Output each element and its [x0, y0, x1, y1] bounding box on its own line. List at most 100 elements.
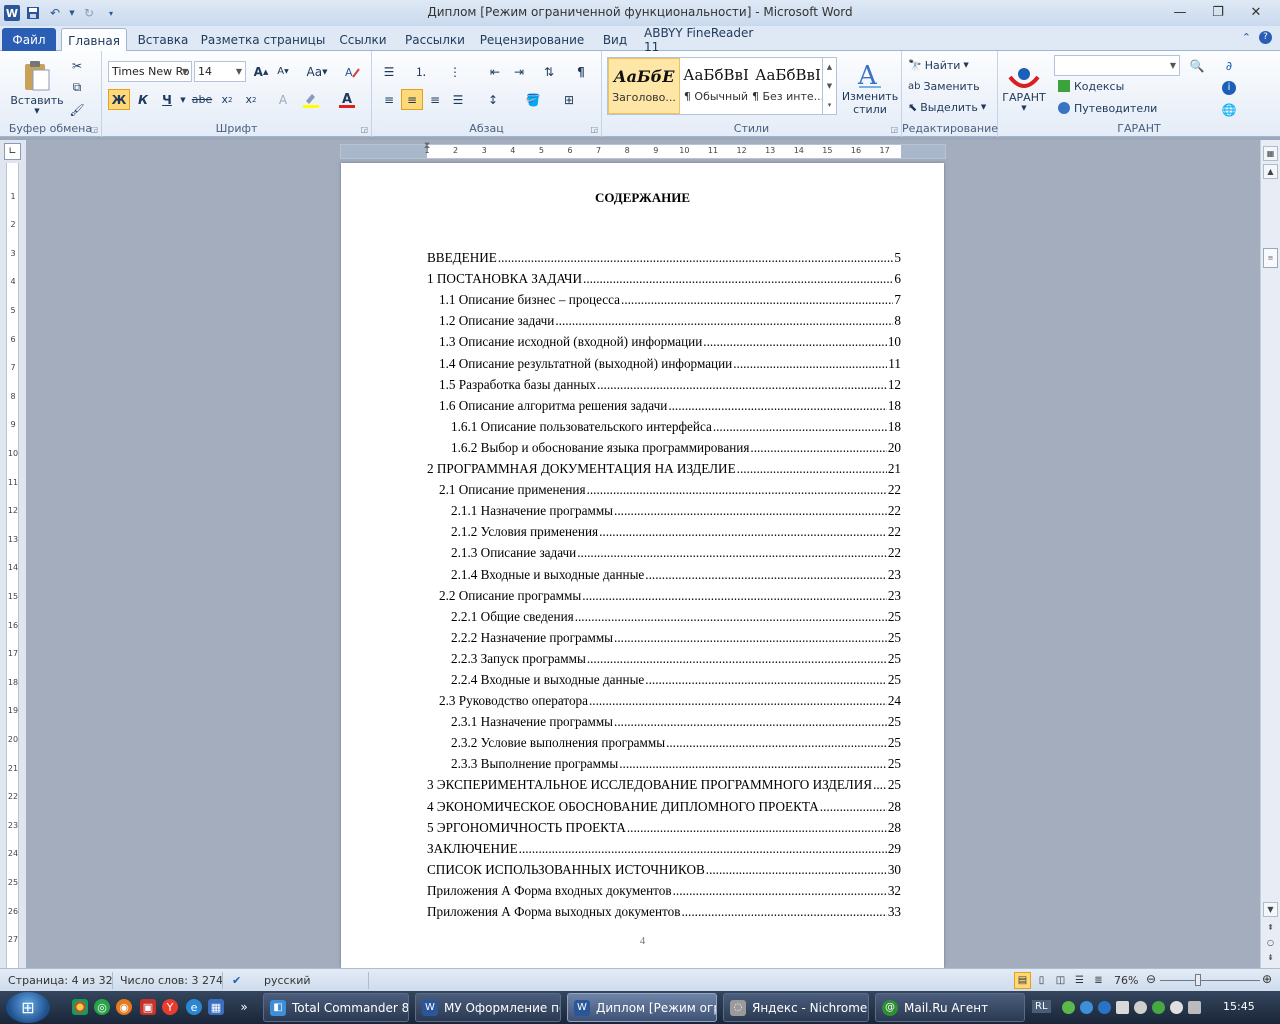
start-button[interactable]: ⊞: [6, 992, 50, 1023]
ie-icon[interactable]: e: [186, 999, 202, 1015]
dialog-launcher-icon[interactable]: ◲: [890, 125, 898, 134]
document-page[interactable]: СОДЕРЖАНИЕ ВВЕДЕНИЕ 5 1 ПОСТАНОВКА ЗАДАЧИ 6…: [341, 163, 944, 968]
tray-monitor-icon[interactable]: [1188, 1001, 1201, 1014]
zoom-slider-track[interactable]: [1160, 980, 1260, 981]
tab-mailings[interactable]: Рассылки: [400, 28, 470, 51]
zoom-out-icon[interactable]: ⊖: [1146, 972, 1156, 986]
customize-qat-icon[interactable]: ▾: [102, 4, 120, 22]
tab-references[interactable]: Ссылки: [334, 28, 392, 51]
word-count[interactable]: Число слов: 3 274: [120, 974, 223, 987]
toc-entry[interactable]: 2.3.3 Выполнение программы 25: [427, 751, 901, 772]
change-case-button[interactable]: Аа ▼: [302, 61, 332, 82]
tray-mail-icon[interactable]: [1116, 1001, 1129, 1014]
proofing-icon[interactable]: ✔: [232, 974, 241, 987]
globe-icon[interactable]: 🌐: [1218, 99, 1240, 120]
dialog-launcher-icon[interactable]: ◲: [590, 125, 598, 134]
explorer-icon[interactable]: ▦: [208, 999, 224, 1015]
link-icon[interactable]: ∂: [1218, 55, 1240, 76]
subscript-button[interactable]: x2: [216, 89, 238, 110]
toc-entry[interactable]: 2.1.1 Назначение программы 22: [427, 498, 901, 519]
toc-entry[interactable]: 2.1 Описание применения 22: [427, 477, 901, 498]
toc-entry[interactable]: 1 ПОСТАНОВКА ЗАДАЧИ 6: [427, 266, 901, 287]
toc-entry[interactable]: 1.6 Описание алгоритма решения задачи 18: [427, 393, 901, 414]
align-left-icon[interactable]: ≡: [378, 89, 400, 110]
toc-entry[interactable]: 2.2.1 Общие сведения 25: [427, 604, 901, 625]
language-bar[interactable]: RL: [1032, 1000, 1051, 1013]
tab-insert[interactable]: Вставка: [133, 28, 193, 51]
bullets-icon[interactable]: ☰: [378, 61, 400, 82]
zoom-in-icon[interactable]: ⊕: [1262, 972, 1272, 986]
toc-entry[interactable]: 1.2 Описание задачи 8: [427, 308, 901, 329]
zoom-slider-thumb[interactable]: [1195, 974, 1201, 986]
toc-entry[interactable]: Приложения А Форма входных документов 32: [427, 878, 901, 899]
chevron-up-icon[interactable]: ▲: [827, 63, 832, 71]
next-page-icon[interactable]: ⇟: [1263, 950, 1278, 965]
collapse-ribbon-icon[interactable]: ⌃: [1242, 31, 1251, 44]
toc-entry[interactable]: ВВЕДЕНИЕ 5: [427, 245, 901, 266]
paste-dropdown-icon[interactable]: ▼: [34, 107, 39, 115]
toc-entry[interactable]: СПИСОК ИСПОЛЬЗОВАННЫХ ИСТОЧНИКОВ 30: [427, 857, 901, 878]
toc-entry[interactable]: 2 ПРОГРАММНАЯ ДОКУМЕНТАЦИЯ НА ИЗДЕЛИЕ 21: [427, 456, 901, 477]
select-button[interactable]: ⬉ Выделить ▼: [908, 97, 986, 117]
toc-entry[interactable]: 2.2.3 Запуск программы 25: [427, 646, 901, 667]
tab-abbyy[interactable]: ABBYY FineReader 11: [644, 26, 768, 54]
previous-page-icon[interactable]: ⇞: [1263, 920, 1278, 935]
toc-entry[interactable]: 5 ЭРГОНОМИЧНОСТЬ ПРОЕКТА 28: [427, 815, 901, 836]
line-spacing-icon[interactable]: ↕: [482, 89, 504, 110]
increase-indent-icon[interactable]: ⇥: [508, 61, 530, 82]
toc-entry[interactable]: 1.6.2 Выбор и обоснование языка программ…: [427, 435, 901, 456]
close-button[interactable]: ✕: [1238, 2, 1274, 22]
toc-entry[interactable]: 1.4 Описание результатной (выходной) инф…: [427, 350, 901, 371]
undo-icon[interactable]: ↶: [46, 4, 64, 22]
toc-entry[interactable]: 2.1.4 Входные и выходные данные 23: [427, 561, 901, 582]
undo-dropdown-icon[interactable]: ▼: [68, 4, 76, 22]
tab-file[interactable]: Файл: [2, 28, 56, 51]
web-layout-icon[interactable]: ◫: [1052, 972, 1069, 989]
multilevel-list-icon[interactable]: ⋮: [444, 61, 466, 82]
toc-entry[interactable]: 2.1.2 Условия применения 22: [427, 519, 901, 540]
highlight-icon[interactable]: [300, 89, 322, 110]
toc-entry[interactable]: 1.1 Описание бизнес – процесса 7: [427, 287, 901, 308]
font-size-combo[interactable]: 14 ▼: [194, 61, 246, 82]
tray-network-icon[interactable]: [1062, 1001, 1075, 1014]
style-normal[interactable]: АаБбВвІ ¶ Обычный: [680, 58, 752, 114]
cut-icon[interactable]: ✂: [66, 55, 88, 76]
decrease-indent-icon[interactable]: ⇤: [484, 61, 506, 82]
align-center-icon[interactable]: ≡: [401, 89, 423, 110]
taskbar-overflow-icon[interactable]: »: [236, 999, 252, 1015]
save-icon[interactable]: [24, 4, 42, 22]
tab-page-layout[interactable]: Разметка страницы: [200, 28, 326, 51]
text-effects-icon[interactable]: A: [272, 89, 294, 110]
show-marks-icon[interactable]: ¶: [570, 61, 592, 82]
dialog-launcher-icon[interactable]: ◲: [360, 125, 368, 134]
print-layout-view-icon[interactable]: ▤: [1014, 972, 1031, 989]
toc-entry[interactable]: 4 ЭКОНОМИЧЕСКОЕ ОБОСНОВАНИЕ ДИПЛОМНОГО П…: [427, 793, 901, 814]
info-icon[interactable]: i: [1218, 77, 1240, 98]
strikethrough-button[interactable]: abe: [190, 89, 214, 110]
word-icon[interactable]: W: [4, 5, 20, 21]
tray-update-icon[interactable]: [1098, 1001, 1111, 1014]
align-right-icon[interactable]: ≡: [424, 89, 446, 110]
vertical-scrollbar[interactable]: ▦ ▲ ≡ ▼ ⇞ ○ ⇟: [1260, 140, 1280, 968]
toc-entry[interactable]: 1.3 Описание исходной (входной) информац…: [427, 329, 901, 350]
find-button[interactable]: 🔭 Найти ▼: [908, 55, 969, 75]
help-icon[interactable]: ?: [1259, 31, 1272, 44]
italic-button[interactable]: К: [132, 89, 154, 110]
styles-gallery-scroll[interactable]: ▲ ▼ ▾: [822, 58, 836, 114]
change-styles-button[interactable]: A Изменить стили: [840, 55, 900, 121]
chevron-down-icon[interactable]: ▼: [827, 82, 832, 90]
tray-app-icon[interactable]: [1080, 1001, 1093, 1014]
toc-entry[interactable]: 2.3.1 Назначение программы 25: [427, 709, 901, 730]
style-heading[interactable]: АаБбЕ Заголово...: [608, 58, 680, 114]
font-name-combo[interactable]: Times New Ro ▼: [108, 61, 192, 82]
toc-entry[interactable]: 2.2.2 Назначение программы 25: [427, 625, 901, 646]
style-no-spacing[interactable]: АаБбВвІ ¶ Без инте...: [752, 58, 824, 114]
grow-font-icon[interactable]: A ▲: [250, 61, 272, 82]
full-screen-reading-icon[interactable]: ▯: [1033, 972, 1050, 989]
more-icon[interactable]: ▾: [828, 101, 832, 109]
guides-button[interactable]: Путеводители: [1058, 99, 1157, 117]
superscript-button[interactable]: x2: [240, 89, 262, 110]
tab-view[interactable]: Вид: [594, 28, 636, 51]
bold-button[interactable]: Ж: [108, 89, 130, 110]
search-icon[interactable]: 🔍: [1186, 55, 1208, 76]
